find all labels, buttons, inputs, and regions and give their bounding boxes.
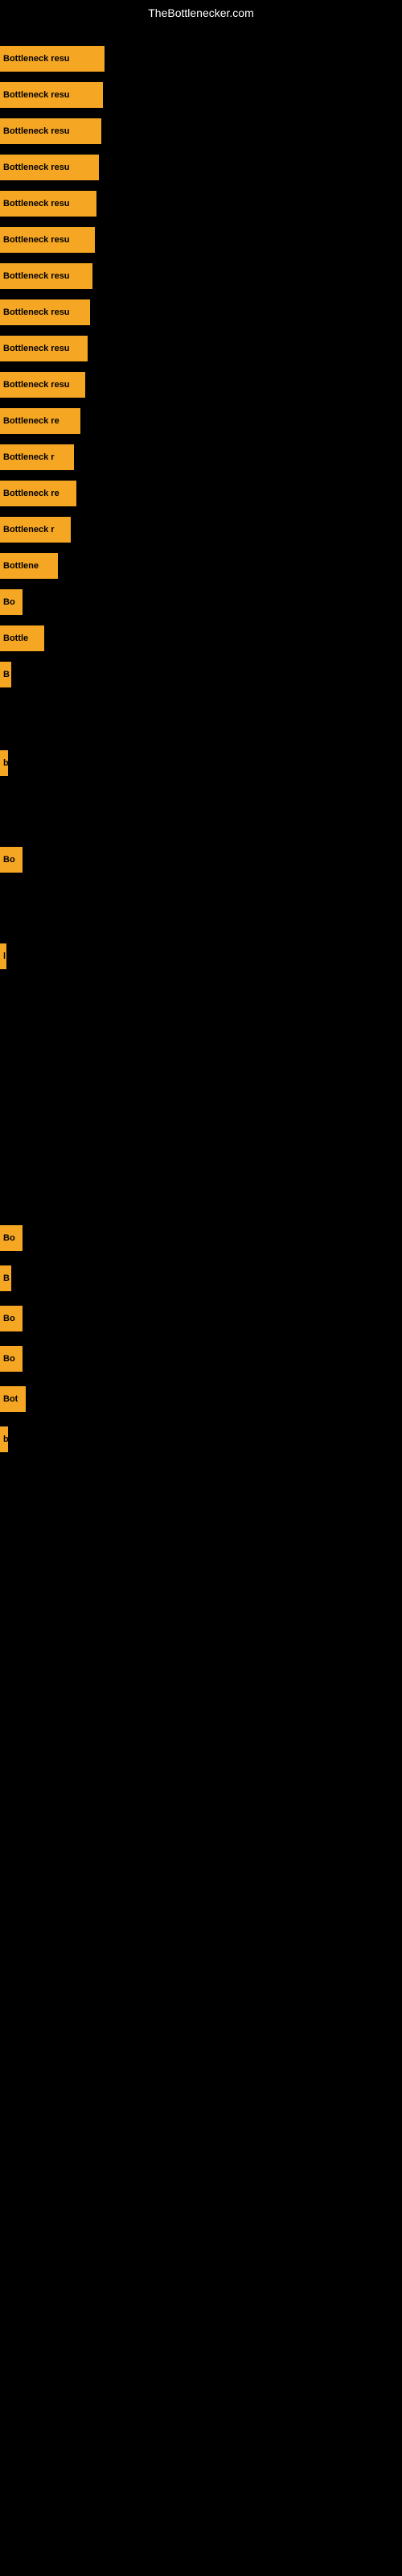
bar-label-14: Bottleneck r (3, 525, 55, 535)
bar-label-1: Bottleneck resu (3, 54, 70, 64)
bar-item-16: Bo (0, 589, 23, 615)
bar-label-16: Bo (3, 597, 15, 607)
bar-item-22: Bo (0, 1225, 23, 1251)
bar-label-7: Bottleneck resu (3, 271, 70, 281)
bar-item-7: Bottleneck resu (0, 263, 92, 289)
bar-label-12: Bottleneck r (3, 452, 55, 462)
bar-label-8: Bottleneck resu (3, 308, 70, 317)
bar-item-25: Bo (0, 1346, 23, 1372)
bar-label-17: Bottle (3, 634, 28, 643)
bar-item-8: Bottleneck resu (0, 299, 90, 325)
bar-label-3: Bottleneck resu (3, 126, 70, 136)
bar-item-10: Bottleneck resu (0, 372, 85, 398)
bar-item-6: Bottleneck resu (0, 227, 95, 253)
bar-item-26: Bot (0, 1386, 26, 1412)
bar-label-22: Bo (3, 1233, 15, 1243)
bar-item-13: Bottleneck re (0, 481, 76, 506)
bar-item-14: Bottleneck r (0, 517, 71, 543)
bar-label-24: Bo (3, 1314, 15, 1323)
bar-label-5: Bottleneck resu (3, 199, 70, 208)
bar-item-1: Bottleneck resu (0, 46, 105, 72)
bar-label-2: Bottleneck resu (3, 90, 70, 100)
bar-item-3: Bottleneck resu (0, 118, 101, 144)
bar-item-18: B (0, 662, 11, 687)
bar-item-23: B (0, 1265, 11, 1291)
bar-item-21: l (0, 943, 6, 969)
bar-label-27: b (3, 1435, 8, 1444)
bar-label-15: Bottlene (3, 561, 39, 571)
site-title: TheBottlenecker.com (0, 0, 402, 26)
bar-label-20: Bo (3, 855, 15, 865)
bar-label-26: Bot (3, 1394, 18, 1404)
bar-label-23: B (3, 1274, 10, 1283)
bar-label-10: Bottleneck resu (3, 380, 70, 390)
bar-label-4: Bottleneck resu (3, 163, 70, 172)
bar-label-6: Bottleneck resu (3, 235, 70, 245)
bar-item-4: Bottleneck resu (0, 155, 99, 180)
bar-label-9: Bottleneck resu (3, 344, 70, 353)
bar-label-13: Bottleneck re (3, 489, 59, 498)
bar-label-21: l (3, 952, 6, 961)
bar-item-27: b (0, 1426, 8, 1452)
bar-item-12: Bottleneck r (0, 444, 74, 470)
bar-item-19: b (0, 750, 8, 776)
bar-item-11: Bottleneck re (0, 408, 80, 434)
bar-label-11: Bottleneck re (3, 416, 59, 426)
bar-item-5: Bottleneck resu (0, 191, 96, 217)
page-container: TheBottlenecker.com Bottleneck resu Bottl… (0, 0, 402, 2576)
bar-item-9: Bottleneck resu (0, 336, 88, 361)
bar-label-18: B (3, 670, 10, 679)
bar-item-2: Bottleneck resu (0, 82, 103, 108)
bar-item-17: Bottle (0, 625, 44, 651)
bar-label-19: b (3, 758, 8, 768)
bar-item-15: Bottlene (0, 553, 58, 579)
bar-item-20: Bo (0, 847, 23, 873)
bar-label-25: Bo (3, 1354, 15, 1364)
bar-item-24: Bo (0, 1306, 23, 1331)
